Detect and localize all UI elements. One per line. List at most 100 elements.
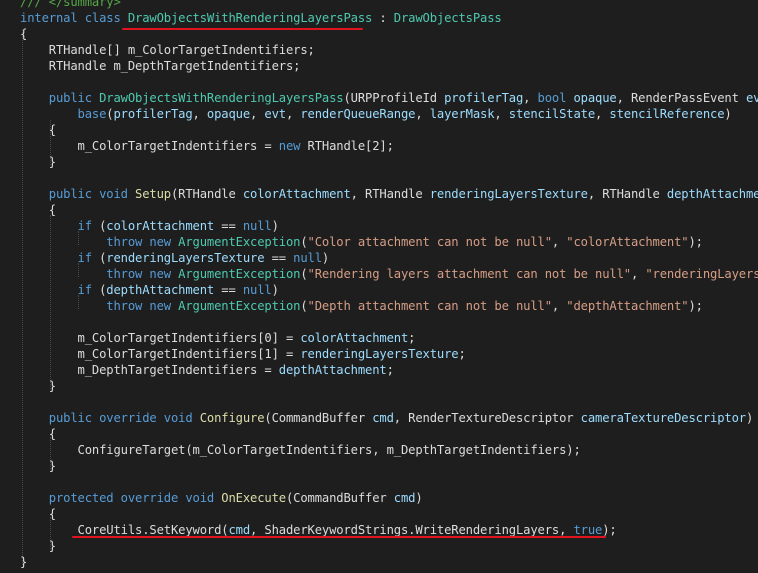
code-token: ); <box>688 299 703 313</box>
code-line: } <box>20 538 56 554</box>
code-line: internal class DrawObjectsWithRenderingL… <box>20 10 502 26</box>
code-token: cmd <box>393 491 416 505</box>
code-token: protected <box>48 491 121 505</box>
code-token: ArgumentException <box>178 267 301 281</box>
code-token: , <box>415 107 430 121</box>
code-token: null <box>242 283 272 297</box>
code-token: new <box>149 267 179 281</box>
code-token: } <box>20 539 56 553</box>
code-token: if <box>77 251 100 265</box>
code-token: { <box>20 123 56 137</box>
code-token: , ShaderKeywordStrings.WriteRenderingLay… <box>250 523 574 537</box>
code-token: public <box>48 411 100 425</box>
code-line: if (colorAttachment == null) <box>20 218 279 234</box>
code-token: ( <box>300 267 308 281</box>
code-token: } <box>20 155 56 169</box>
code-token: "colorAttachment" <box>566 235 689 249</box>
code-token: == <box>264 251 294 265</box>
code-token: new <box>149 235 179 249</box>
code-token: renderQueueRange <box>300 107 416 121</box>
code-token: Configure <box>199 411 265 425</box>
code-line: m_ColorTargetIndentifiers = new RTHandle… <box>20 138 394 154</box>
code-token: { <box>20 27 28 41</box>
code-token: ) <box>271 219 279 233</box>
code-line: protected override void OnExecute(Comman… <box>20 490 423 506</box>
code-line: m_ColorTargetIndentifiers[1] = rendering… <box>20 346 466 362</box>
code-token: { <box>20 427 56 441</box>
code-token: , RTHandle <box>350 187 430 201</box>
code-token: (URPProfileId <box>343 91 445 105</box>
code-token: new <box>149 299 179 313</box>
code-token: RTHandle m_DepthTargetIndentifiers; <box>20 59 301 73</box>
code-token: ArgumentException <box>178 235 301 249</box>
code-token: , <box>494 107 509 121</box>
code-line: } <box>20 378 56 394</box>
code-token: ( <box>300 299 308 313</box>
code-token: (CommandBuffer <box>285 491 394 505</box>
code-token: ); <box>602 523 617 537</box>
code-token: evt <box>745 91 758 105</box>
code-token: bool <box>537 91 574 105</box>
code-token: colorAttachment <box>242 187 351 201</box>
code-editor[interactable]: /// </summary> internal class DrawObjects… <box>0 0 758 573</box>
code-line: if (depthAttachment == null) <box>20 282 279 298</box>
code-token: stencilReference <box>609 107 725 121</box>
code-token: : <box>372 11 394 25</box>
code-token: "renderingLayersTex <box>645 267 758 281</box>
code-token: , <box>523 91 538 105</box>
code-token: OnExecute <box>221 491 286 505</box>
code-token: ) <box>745 411 754 425</box>
code-token: m_ColorTargetIndentifiers[0] = <box>20 331 301 345</box>
code-token: ; <box>408 331 416 345</box>
code-token: "Rendering layers attachment can not be … <box>307 267 632 281</box>
code-token: layerMask <box>429 107 495 121</box>
code-token: ConfigureTarget(m_ColorTargetIndentifier… <box>20 443 581 457</box>
code-token: ; <box>386 363 394 377</box>
code-line: public void Setup(RTHandle colorAttachme… <box>20 186 758 202</box>
code-token: renderingLayersTexture <box>106 251 265 265</box>
code-line: if (renderingLayersTexture == null) <box>20 250 330 266</box>
code-line: public DrawObjectsWithRenderingLayersPas… <box>20 90 758 106</box>
code-token: ; <box>458 347 466 361</box>
code-token: null <box>293 251 322 265</box>
code-token: depthAttachment <box>278 363 387 377</box>
code-token: { <box>20 203 56 217</box>
code-token: renderingLayersTexture <box>429 187 588 201</box>
code-token: profilerTag <box>444 91 524 105</box>
code-line: } <box>20 154 56 170</box>
code-token: internal <box>20 11 85 25</box>
code-token: colorAttachment <box>300 331 409 345</box>
code-token: throw <box>106 235 150 249</box>
code-token: profilerTag <box>113 107 193 121</box>
code-token: public <box>48 187 100 201</box>
code-token: null <box>242 219 272 233</box>
code-token: void <box>99 187 135 201</box>
code-token: ); <box>688 235 703 249</box>
code-token: cmd <box>228 523 250 537</box>
setkeyword-line-highlight-underline <box>72 536 606 538</box>
code-token: } <box>20 379 56 393</box>
code-token: base <box>77 107 107 121</box>
code-token: { <box>20 507 56 521</box>
code-token: == <box>214 219 243 233</box>
code-line: } <box>20 554 27 570</box>
code-token: if <box>77 283 100 297</box>
code-token: , <box>192 107 207 121</box>
code-token: new <box>278 139 308 153</box>
class-name-highlight-underline <box>122 28 363 30</box>
code-token: ) <box>321 251 330 265</box>
code-token: stencilState <box>508 107 595 121</box>
code-line: public override void Configure(CommandBu… <box>20 410 754 426</box>
code-token: (CommandBuffer <box>264 411 373 425</box>
code-line: m_DepthTargetIndentifiers = depthAttachm… <box>20 362 394 378</box>
code-token: depthAttachment <box>666 187 758 201</box>
code-line: RTHandle[] m_ColorTargetIndentifiers; <box>20 42 315 58</box>
code-token: m_ColorTargetIndentifiers[1] = <box>20 347 301 361</box>
code-line: ConfigureTarget(m_ColorTargetIndentifier… <box>20 442 581 458</box>
